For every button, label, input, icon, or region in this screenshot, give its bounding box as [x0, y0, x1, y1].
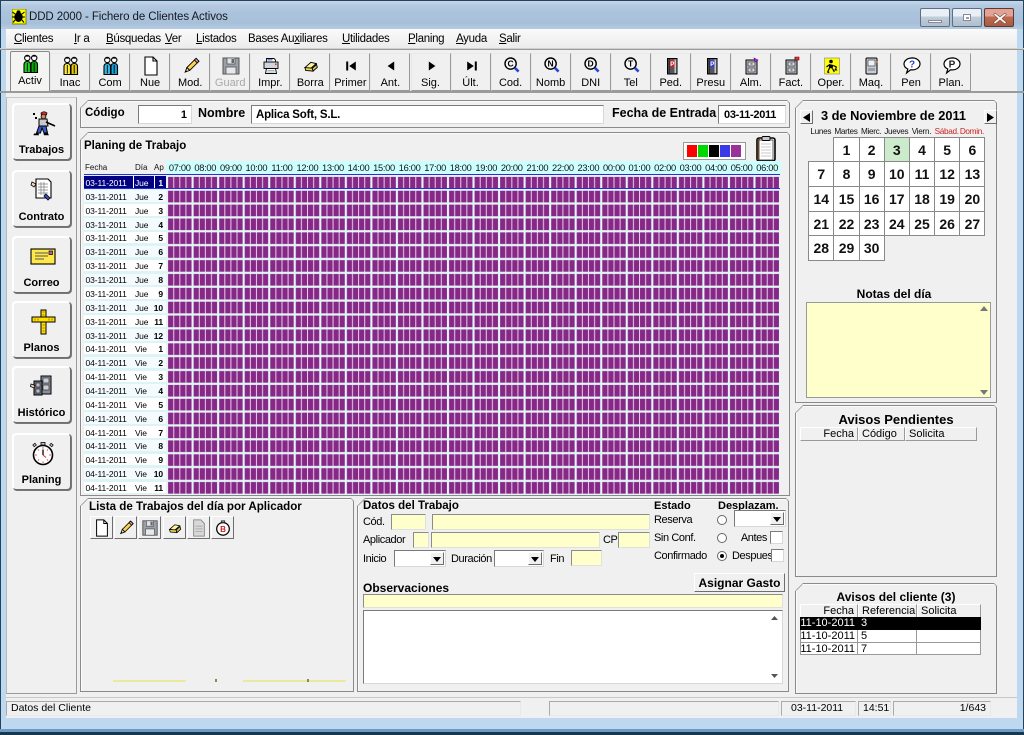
- svg-text:P: P: [670, 62, 674, 68]
- svg-text:T: T: [628, 59, 634, 69]
- svg-text:D: D: [587, 59, 593, 69]
- svg-text:?: ?: [909, 60, 915, 71]
- svg-text:B: B: [220, 525, 226, 534]
- svg-text:P: P: [949, 60, 956, 71]
- svg-text:P: P: [710, 62, 714, 68]
- svg-text:N: N: [547, 59, 553, 69]
- svg-text:C: C: [507, 59, 513, 69]
